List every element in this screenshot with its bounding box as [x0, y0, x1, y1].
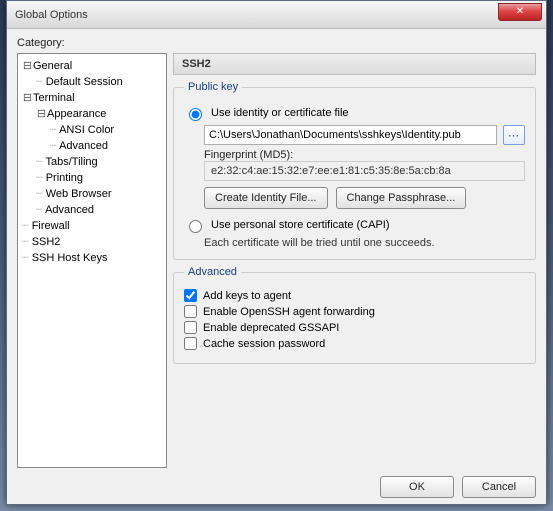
dialog-footer: OK Cancel	[17, 468, 536, 498]
public-key-group: Public key Use identity or certificate f…	[173, 81, 536, 260]
capi-note: Each certificate will be tried until one…	[204, 237, 525, 249]
use-identity-radio[interactable]	[189, 108, 202, 121]
gssapi-row[interactable]: Enable deprecated GSSAPI	[184, 321, 525, 334]
change-passphrase-button[interactable]: Change Passphrase...	[336, 187, 467, 209]
tree-node-terminal[interactable]: ⊟Terminal	[20, 90, 164, 106]
panel-heading: SSH2	[173, 53, 536, 75]
use-identity-label: Use identity or certificate file	[211, 107, 349, 119]
use-capi-label: Use personal store certificate (CAPI)	[211, 219, 390, 231]
public-key-legend: Public key	[184, 81, 242, 93]
close-button[interactable]: ✕	[498, 3, 542, 21]
ellipsis-icon: ⋯	[508, 129, 520, 142]
fingerprint-label: Fingerprint (MD5):	[204, 149, 525, 161]
openssh-fwd-row[interactable]: Enable OpenSSH agent forwarding	[184, 305, 525, 318]
cancel-button[interactable]: Cancel	[462, 476, 536, 498]
tree-node-advanced-terminal[interactable]: ┈ Advanced	[20, 202, 164, 218]
use-capi-radio-row[interactable]: Use personal store certificate (CAPI)	[184, 217, 525, 233]
cache-pw-checkbox[interactable]	[184, 337, 197, 350]
global-options-dialog: Global Options ✕ Category: ⊟General ┈ De…	[6, 0, 547, 505]
category-label: Category:	[17, 37, 536, 49]
openssh-fwd-label: Enable OpenSSH agent forwarding	[203, 306, 375, 318]
tree-node-general[interactable]: ⊟General	[20, 58, 164, 74]
tree-node-appearance[interactable]: ⊟Appearance	[20, 106, 164, 122]
add-keys-checkbox[interactable]	[184, 289, 197, 302]
dialog-body: Category: ⊟General ┈ Default Session ⊟Te…	[7, 29, 546, 504]
cache-pw-label: Cache session password	[203, 338, 325, 350]
tree-node-ansi-color[interactable]: ┈ ANSI Color	[20, 122, 164, 138]
cache-pw-row[interactable]: Cache session password	[184, 337, 525, 350]
identity-buttons-row: Create Identity File... Change Passphras…	[204, 187, 525, 209]
category-tree[interactable]: ⊟General ┈ Default Session ⊟Terminal ⊟Ap…	[17, 53, 167, 468]
tree-node-advanced-appearance[interactable]: ┈ Advanced	[20, 138, 164, 154]
ok-button[interactable]: OK	[380, 476, 454, 498]
advanced-legend: Advanced	[184, 266, 241, 278]
close-icon: ✕	[516, 6, 524, 17]
titlebar[interactable]: Global Options ✕	[7, 1, 546, 29]
tree-node-web-browser[interactable]: ┈ Web Browser	[20, 186, 164, 202]
tree-node-printing[interactable]: ┈ Printing	[20, 170, 164, 186]
gssapi-label: Enable deprecated GSSAPI	[203, 322, 339, 334]
tree-node-default-session[interactable]: ┈ Default Session	[20, 74, 164, 90]
advanced-group: Advanced Add keys to agent Enable OpenSS…	[173, 266, 536, 364]
settings-panel: SSH2 Public key Use identity or certific…	[173, 53, 536, 468]
use-identity-radio-row[interactable]: Use identity or certificate file	[184, 105, 525, 121]
fingerprint-value: e2:32:c4:ae:15:32:e7:ee:e1:81:c5:35:8e:5…	[204, 161, 525, 181]
tree-node-tabs-tiling[interactable]: ┈ Tabs/Tiling	[20, 154, 164, 170]
create-identity-button[interactable]: Create Identity File...	[204, 187, 328, 209]
tree-node-ssh-host-keys[interactable]: ┈ SSH Host Keys	[20, 250, 164, 266]
identity-path-row: ⋯	[204, 125, 525, 145]
openssh-fwd-checkbox[interactable]	[184, 305, 197, 318]
window-title: Global Options	[15, 9, 498, 21]
use-capi-radio[interactable]	[189, 220, 202, 233]
main-area: ⊟General ┈ Default Session ⊟Terminal ⊟Ap…	[17, 53, 536, 468]
tree-node-firewall[interactable]: ┈ Firewall	[20, 218, 164, 234]
gssapi-checkbox[interactable]	[184, 321, 197, 334]
browse-button[interactable]: ⋯	[503, 125, 525, 145]
tree-node-ssh2[interactable]: ┈ SSH2	[20, 234, 164, 250]
add-keys-label: Add keys to agent	[203, 290, 291, 302]
identity-path-input[interactable]	[204, 125, 497, 145]
add-keys-row[interactable]: Add keys to agent	[184, 289, 525, 302]
